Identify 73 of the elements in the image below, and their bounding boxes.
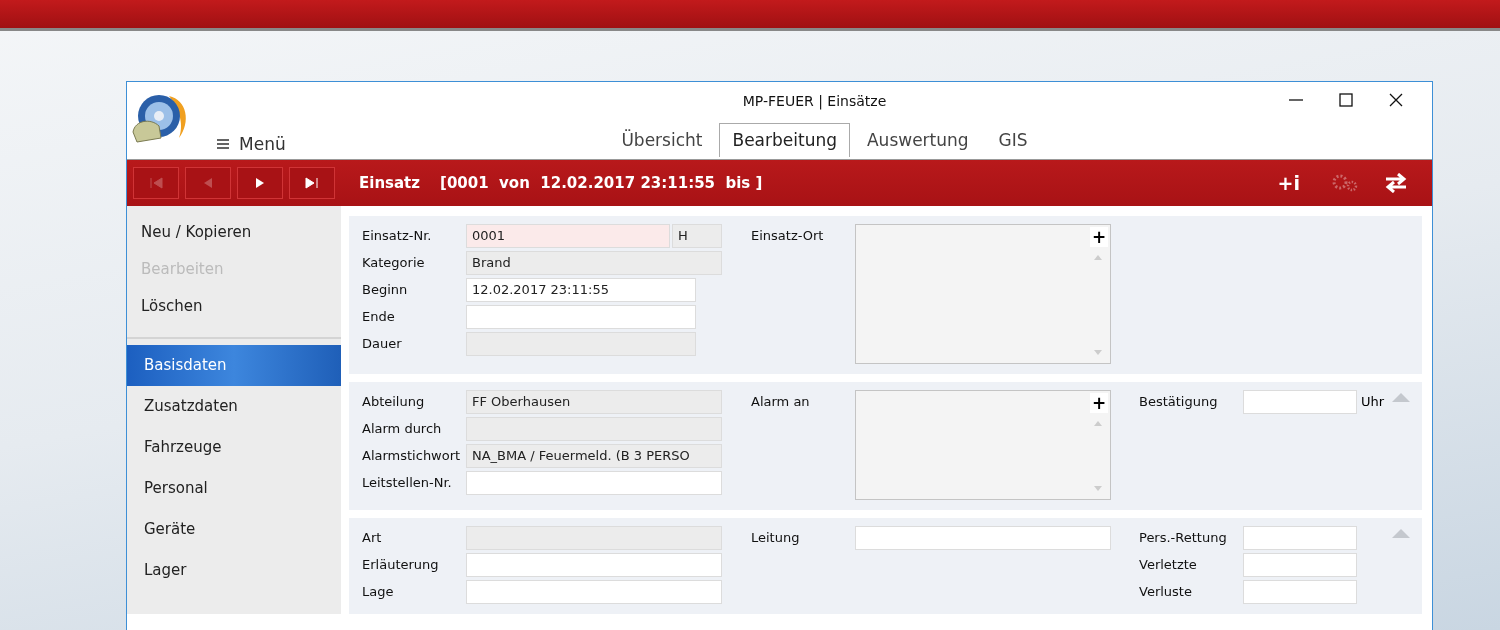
input-field[interactable] — [466, 332, 696, 356]
tab[interactable]: GIS — [985, 123, 1041, 157]
field-label: Pers.-Rettung — [1139, 529, 1228, 547]
scroll-down-icon[interactable] — [1094, 486, 1102, 491]
sidebar-item[interactable]: Geräte — [127, 509, 341, 550]
sidebar-action[interactable]: Neu / Kopieren — [127, 214, 341, 251]
field-label: Beginn — [362, 281, 409, 299]
record-info: [0001 von 12.02.2017 23:11:55 bis ] — [440, 174, 763, 192]
input-field[interactable] — [466, 553, 722, 577]
unit-label: Uhr — [1361, 393, 1385, 411]
input-field[interactable]: 0001 — [466, 224, 670, 248]
sidebar-item[interactable]: Basisdaten — [127, 345, 341, 386]
window-title: MP-FEUER | Einsätze — [742, 93, 887, 112]
field-label: Abteilung — [362, 393, 426, 411]
maximize-icon[interactable] — [1338, 92, 1354, 108]
menu-button[interactable]: Menü — [217, 134, 286, 154]
list-box[interactable]: + — [855, 224, 1111, 364]
field-label: Alarm durch — [362, 420, 443, 438]
input-field[interactable] — [466, 305, 696, 329]
field-label: Ende — [362, 308, 396, 326]
scroll-up-icon[interactable] — [1094, 421, 1102, 426]
skip-to-start-icon — [148, 176, 164, 190]
skip-to-end-icon — [304, 176, 320, 190]
input-field[interactable] — [1243, 553, 1357, 577]
tab[interactable]: Bearbeitung — [719, 123, 850, 157]
input-field[interactable]: NA_BMA / Feuermeld. (B 3 PERSO — [466, 444, 722, 468]
input-field[interactable] — [855, 526, 1111, 550]
scroll-down-icon[interactable] — [1094, 350, 1102, 355]
input-field[interactable]: H — [672, 224, 722, 248]
field-label: Kategorie — [362, 254, 426, 272]
input-field[interactable]: FF Oberhausen — [466, 390, 722, 414]
input-field[interactable] — [466, 471, 722, 495]
field-label: Leitstellen-Nr. — [362, 474, 453, 492]
sidebar-action[interactable]: Löschen — [127, 288, 341, 325]
field-label: Verletzte — [1139, 556, 1198, 574]
field-label: Lage — [362, 583, 395, 601]
add-button[interactable]: + — [1090, 393, 1108, 413]
sidebar-item[interactable]: Lager — [127, 550, 341, 591]
field-label: Verluste — [1139, 583, 1193, 601]
input-field[interactable] — [1243, 580, 1357, 604]
navigation-button[interactable] — [237, 167, 283, 199]
input-field[interactable] — [1243, 390, 1357, 414]
field-label: Leitung — [751, 529, 801, 547]
collapse-icon[interactable] — [1392, 528, 1410, 538]
collapse-icon[interactable] — [1392, 392, 1410, 402]
input-field[interactable] — [466, 580, 722, 604]
field-label: Alarm an — [751, 393, 811, 411]
add-button[interactable]: + — [1090, 227, 1108, 247]
record-label: Einsatz — [359, 174, 421, 192]
swap-arrows-icon[interactable] — [1384, 173, 1408, 193]
input-field[interactable]: Brand — [466, 251, 722, 275]
field-label: Art — [362, 529, 383, 547]
field-label: Dauer — [362, 335, 403, 353]
input-field[interactable] — [1243, 526, 1357, 550]
input-field[interactable]: 12.02.2017 23:11:55 — [466, 278, 696, 302]
scroll-up-icon[interactable] — [1094, 255, 1102, 260]
menu-icon — [217, 139, 229, 149]
field-label: Erläuterung — [362, 556, 440, 574]
field-label: Bestätigung — [1139, 393, 1219, 411]
tab[interactable]: Auswertung — [854, 123, 982, 157]
tab[interactable]: Übersicht — [608, 123, 716, 157]
sidebar-item[interactable]: Fahrzeuge — [127, 427, 341, 468]
add-info-button[interactable]: +i — [1273, 172, 1304, 194]
sidebar-item[interactable]: Zusatzdaten — [127, 386, 341, 427]
input-field[interactable] — [466, 417, 722, 441]
close-icon[interactable] — [1388, 92, 1404, 108]
field-label: Alarmstichwort — [362, 447, 462, 465]
navigation-button[interactable] — [289, 167, 335, 199]
field-label: Einsatz-Nr. — [362, 227, 433, 245]
sidebar-item[interactable]: Personal — [127, 468, 341, 509]
input-field[interactable] — [466, 526, 722, 550]
list-box[interactable]: + — [855, 390, 1111, 500]
field-label: Einsatz-Ort — [751, 227, 825, 245]
